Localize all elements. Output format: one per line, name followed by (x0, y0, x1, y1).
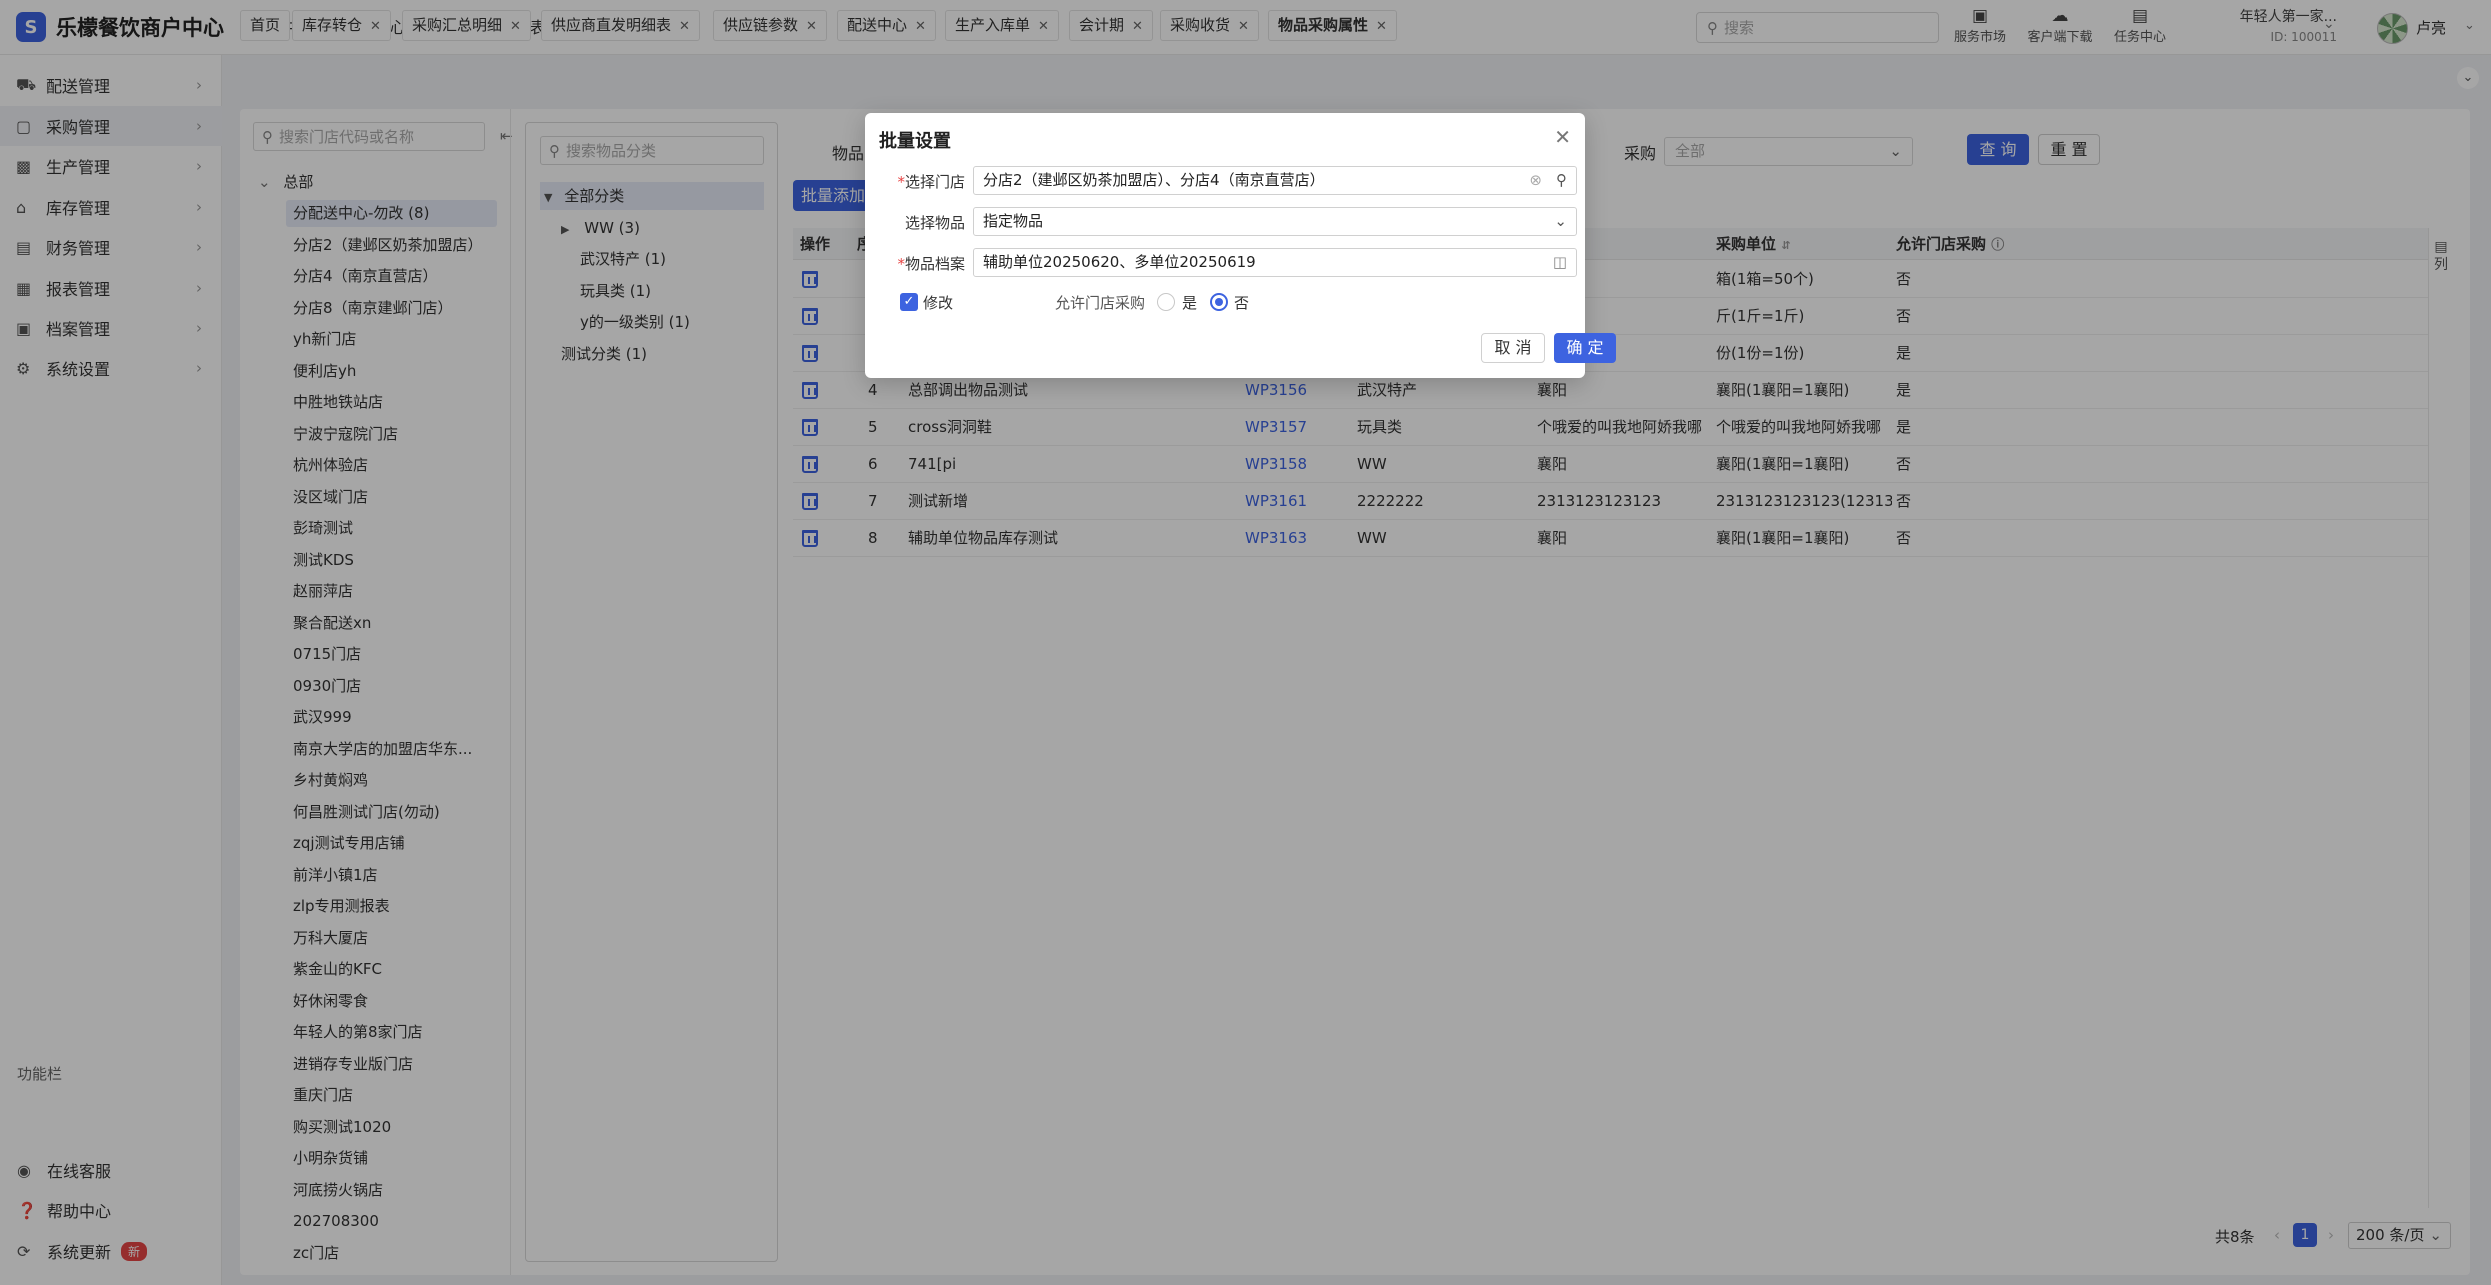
list-select-icon[interactable]: ◫ (1553, 249, 1567, 276)
item-select-value: 指定物品 (983, 212, 1044, 230)
search-icon[interactable]: ⚲ (1556, 167, 1567, 194)
cancel-button[interactable]: 取 消 (1481, 333, 1545, 363)
archive-select-input[interactable]: 辅助单位20250620、多单位20250619 ◫ (973, 248, 1577, 277)
chevron-down-icon: ⌄ (1554, 212, 1567, 230)
modal-title: 批量设置 (879, 131, 951, 152)
item-select-label: 选择物品 (904, 214, 965, 232)
allow-yes-radio[interactable] (1157, 293, 1175, 311)
store-select-input[interactable]: 分店2（建邺区奶茶加盟店）、分店4（南京直营店） ⊗ ⚲ (973, 166, 1577, 195)
store-select-value: 分店2（建邺区奶茶加盟店）、分店4（南京直营店） (983, 171, 1325, 189)
allow-no-label: 否 (1234, 294, 1250, 312)
batch-setting-modal: 批量设置 ✕ *选择门店 分店2（建邺区奶茶加盟店）、分店4（南京直营店） ⊗ … (865, 113, 1616, 378)
modify-checkbox-label: 修改 (923, 294, 954, 312)
allow-yes-label: 是 (1182, 294, 1198, 312)
allow-store-purchase-label: 允许门店采购 (1055, 294, 1146, 312)
clear-icon[interactable]: ⊗ (1529, 167, 1542, 194)
close-icon[interactable]: ✕ (1554, 125, 1571, 149)
item-select-dropdown[interactable]: 指定物品 ⌄ (973, 207, 1577, 236)
allow-no-radio[interactable] (1210, 293, 1228, 311)
archive-select-value: 辅助单位20250620、多单位20250619 (983, 253, 1256, 271)
confirm-button[interactable]: 确 定 (1554, 333, 1616, 363)
archive-select-label: *物品档案 (865, 253, 965, 274)
modify-checkbox[interactable]: ✓ (900, 293, 918, 311)
store-select-label: *选择门店 (865, 171, 965, 192)
required-mark: * (897, 255, 905, 273)
required-mark: * (897, 173, 905, 191)
archive-select-label-text: 物品档案 (904, 255, 965, 273)
store-select-label-text: 选择门店 (904, 173, 965, 191)
